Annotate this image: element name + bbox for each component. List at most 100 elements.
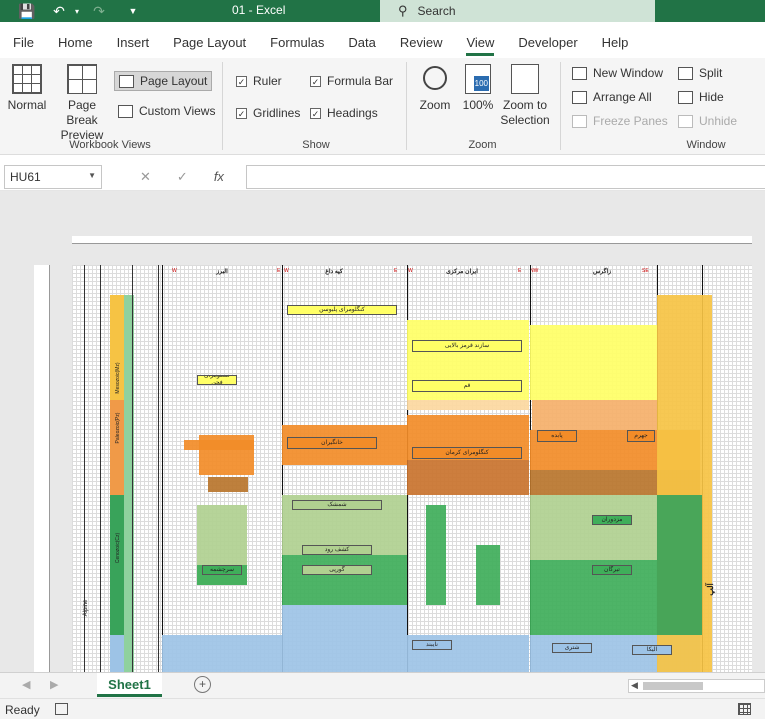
formula-input[interactable] [246,165,765,189]
ribbon-tabs: File Home Insert Page Layout Formulas Data Rev… [0,22,765,62]
rock-unit-label: سازند قرمز بالایی [412,340,522,352]
hide-icon [678,90,693,104]
tab-page-layout[interactable]: Page Layout [161,22,258,62]
direction-label: W [284,268,289,274]
zoom-group-label: Zoom [468,139,497,151]
hide-button[interactable]: Hide [678,90,724,104]
zoom-button[interactable]: Zoom [416,64,454,113]
rock-unit-fill [426,505,446,605]
unhide-icon [678,114,693,128]
column-headers[interactable] [72,236,752,244]
redo-icon[interactable]: ↷ [86,0,112,22]
zoom-100-icon: 100 [465,64,491,94]
accessibility-icon[interactable] [55,703,68,715]
unhide-button[interactable]: Unhide [678,114,737,128]
direction-label: SE [642,268,649,274]
tab-formulas[interactable]: Formulas [258,22,336,62]
direction-label: E [277,268,281,274]
page-layout-button[interactable]: Page Layout [114,71,213,91]
tab-insert[interactable]: Insert [105,22,162,62]
custom-views-button[interactable]: Custom Views [118,104,215,118]
gridlines-checkbox[interactable]: ✓ Gridlines [236,106,300,120]
horizontal-scrollbar[interactable]: ◀ [628,679,765,693]
ribbon: Normal Page Break Preview Page Layout Cu… [0,58,765,155]
title-bar: 💾 ↶ ▾ ↷ ▼ 01 - Excel ⚲ Search [0,0,765,22]
vertical-ruler [34,265,50,672]
tab-data[interactable]: Data [336,22,387,62]
zoom-label: Zoom [419,98,451,112]
page-break-icon [67,64,97,94]
magnifier-icon [423,66,447,90]
rock-unit-fill [476,545,500,605]
search-box[interactable]: ⚲ Search [380,0,655,22]
scroll-thumb[interactable] [643,682,703,690]
rock-unit-label: نایبند [412,640,452,650]
page-break-label: Page Break Preview [60,98,104,142]
next-sheet-icon[interactable]: ▶ [50,678,58,691]
status-bar: Ready [0,698,765,719]
region-header: ایران مرکزی [446,269,478,275]
column-divider [100,265,101,672]
tab-developer[interactable]: Developer [506,22,589,62]
rock-unit-label: قم [412,380,522,392]
sheet-tabs-bar: ◀ ▶ Sheet1 + ◀ [0,672,765,698]
normal-view-button[interactable]: Normal [6,64,48,113]
split-button[interactable]: Split [678,66,722,80]
tab-home[interactable]: Home [46,22,105,62]
rock-unit-fill [702,295,712,672]
rock-unit-fill [184,440,254,450]
zoom-100-label: 100% [462,98,494,112]
normal-view-status-icon[interactable] [738,703,751,715]
prev-sheet-icon[interactable]: ◀ [22,678,30,691]
show-label: Show [302,139,330,151]
tab-file[interactable]: File [0,22,46,62]
worksheet-area[interactable]: Paleozoic(Pz) Cenozoic(Cz) Mesozoic(Mz) Alp… [0,191,765,672]
rock-unit-fill [282,555,407,605]
stratigraphic-chart-page[interactable]: Paleozoic(Pz) Cenozoic(Cz) Mesozoic(Mz) Alp… [72,265,752,672]
region-header: زاگرس [592,269,612,275]
rock-unit-fill [208,477,248,492]
zoom-100-button[interactable]: 100 100% [460,64,496,113]
column-divider [162,265,163,672]
freeze-panes-button[interactable]: Freeze Panes [572,114,668,128]
formula-bar-checkbox[interactable]: ✓ Formula Bar [310,74,393,88]
ribbon-separator [222,62,223,150]
save-icon[interactable]: 💾 [14,0,40,22]
insert-function-icon[interactable]: fx [214,169,224,185]
rock-unit-label: کنگلومرای پلیوسن [287,305,397,315]
show-group: ✓ Ruler ✓ Formula Bar ✓ Gridlines ✓ Headings… [226,58,406,155]
workbook-views-label: Workbook Views [69,139,151,151]
gridlines-label: Gridlines [253,106,301,120]
arrange-all-button[interactable]: Arrange All [572,90,652,104]
tab-review[interactable]: Review [388,22,455,62]
rock-unit-fill [530,495,657,560]
ruler-label: Ruler [253,74,282,88]
new-window-label: New Window [593,66,664,80]
zoom-to-selection-button[interactable]: Zoom to Selection [498,64,552,128]
ruler-checkbox[interactable]: ✓ Ruler [236,74,282,88]
era-band [110,635,124,672]
rock-unit-label: جهرم [627,430,655,442]
name-box-dropdown-icon[interactable]: ▼ [88,171,96,180]
enter-icon[interactable]: ✓ [177,169,188,185]
sheet-tab-sheet1[interactable]: Sheet1 [97,673,162,697]
window-group-label: Window [686,139,726,151]
name-box[interactable]: HU61 ▼ [4,165,102,189]
window-group: New Window Arrange All Freeze Panes Spli… [566,58,765,155]
scroll-left-icon[interactable]: ◀ [631,680,638,691]
direction-label: W [408,268,413,274]
cancel-icon[interactable]: ✕ [140,169,151,185]
new-window-button[interactable]: New Window [572,66,663,80]
tab-help[interactable]: Help [590,22,641,62]
zoom-selection-icon [511,64,539,94]
headings-checkbox[interactable]: ✓ Headings [310,106,378,120]
formula-bar: HU61 ▼ ✕ ✓ fx [0,163,765,191]
workbook-views-group: Normal Page Break Preview Page Layout Cu… [0,58,215,155]
tab-view[interactable]: View [454,22,506,62]
rock-unit-fill [162,635,282,672]
rock-unit-fill [282,605,407,672]
page-break-preview-button[interactable]: Page Break Preview [52,64,112,143]
add-sheet-icon[interactable]: + [194,676,211,693]
ribbon-separator [560,62,561,150]
customize-qat-icon[interactable]: ▼ [120,0,146,22]
